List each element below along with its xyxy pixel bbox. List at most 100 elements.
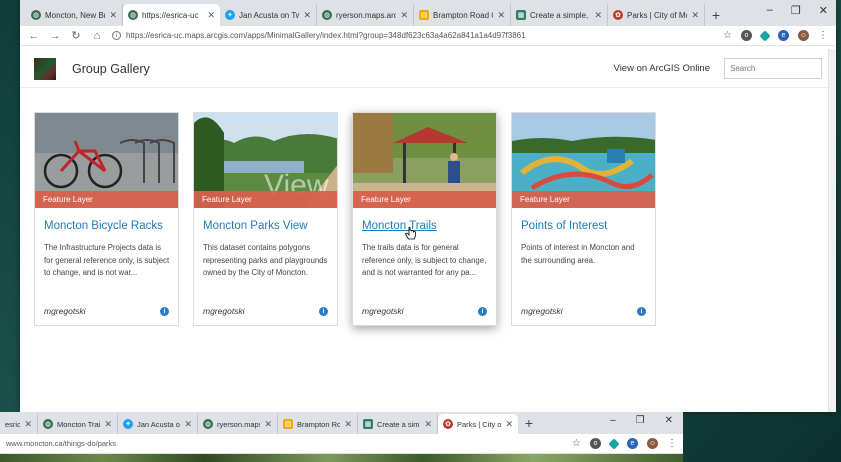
search-input[interactable] [724,58,822,79]
info-icon[interactable]: i [160,306,169,316]
tab-6[interactable]: ✿ Parks | City of ✕ [438,414,518,434]
card-footer: mgregotski i [521,306,646,316]
bookmark-star-icon[interactable]: ☆ [723,30,732,41]
gallery-card-points-of-interest[interactable]: Feature Layer Points of Interest Points … [511,112,656,326]
close-window-button[interactable]: ✕ [665,415,673,426]
card-title[interactable]: Moncton Parks View [194,208,337,238]
avatar[interactable]: ☺ [798,30,809,41]
bookmark-star-icon[interactable]: ☆ [572,438,581,449]
info-icon[interactable]: i [478,306,487,316]
tab-title: ryerson.maps [217,419,261,429]
close-tab-icon[interactable]: ✕ [424,419,432,430]
new-tab-button[interactable]: + [705,4,727,26]
tab-title: https://esrica-uc [142,10,199,20]
tab-3[interactable]: ◍ ryerson.maps ✕ [198,414,278,434]
tab-title: Parks | City of Mo [627,10,688,20]
globe-icon: ◍ [43,419,53,429]
back-arrow-icon[interactable]: ← [28,30,40,42]
avatar[interactable]: ☺ [647,438,658,449]
minimize-button[interactable]: – [610,415,616,426]
tab-5[interactable]: ▦ Create a simple, co ✕ [511,4,608,26]
opera-icon[interactable]: o [741,30,752,41]
address-bar: www.moncton.ca/things-do/parks ☆ o e ☺ ⋮ [0,434,683,454]
menu-kebab-icon[interactable]: ⋮ [667,438,677,449]
feature-layer-badge: Feature Layer [194,191,337,208]
tab-title: Create a simple, co [530,10,590,20]
diamond-extension-icon[interactable] [608,437,620,450]
card-description: Points of interest in Moncton and the su… [521,243,635,265]
close-tab-icon[interactable]: ✕ [24,419,32,430]
window-controls: – ❐ ✕ [767,4,828,17]
site-info-icon[interactable]: i [112,31,121,40]
close-tab-icon[interactable]: ✕ [497,10,505,21]
tab-title: Jan Acusta on [137,419,181,429]
close-tab-icon[interactable]: ✕ [505,419,513,430]
tab-6[interactable]: ✿ Parks | City of Mo ✕ [608,4,705,26]
twitter-icon: ✦ [123,419,133,429]
page-title: Group Gallery [72,61,150,76]
close-tab-icon[interactable]: ✕ [104,419,112,430]
close-tab-icon[interactable]: ✕ [109,10,117,21]
gallery-card-bicycle-racks[interactable]: Feature Layer Moncton Bicycle Racks The … [34,112,179,326]
url-text: https://esrica-uc.maps.arcgis.com/apps/M… [126,31,526,40]
feature-layer-badge: Feature Layer [35,191,178,208]
extension-badge-icon[interactable]: e [778,30,789,41]
close-tab-icon[interactable]: ✕ [207,10,215,21]
minimize-button[interactable]: – [767,4,773,17]
tab-title: ryerson.maps.arcg [336,10,397,20]
close-tab-icon[interactable]: ✕ [303,10,311,21]
feature-layer-badge: Feature Layer [353,191,496,208]
close-tab-icon[interactable]: ✕ [400,10,408,21]
card-title[interactable]: Points of Interest [512,208,655,238]
gallery-card-parks-view[interactable]: View Feature Layer Moncton Parks View Th… [193,112,338,326]
card-title[interactable]: Moncton Trails [353,208,496,238]
tab-3[interactable]: ◍ ryerson.maps.arcg ✕ [317,4,414,26]
tab-1[interactable]: ◍ https://esrica-uc ✕ [123,4,220,26]
tab-4[interactable]: ▤ Brampton Ro ✕ [278,414,358,434]
close-tab-icon[interactable]: ✕ [184,419,192,430]
reload-icon[interactable]: ↻ [70,29,82,42]
document-icon: ▤ [283,419,293,429]
second-browser-window: esrica- ✕ ◍ Moncton Trails ✕ ✦ Jan Acust… [0,412,683,462]
extension-badge-icon[interactable]: e [627,438,638,449]
tab-0[interactable]: ◍ Moncton, New Br ✕ [26,4,123,26]
tab-0[interactable]: esrica- ✕ [0,414,38,434]
close-tab-icon[interactable]: ✕ [264,419,272,430]
info-icon[interactable]: i [637,306,646,316]
vertical-scrollbar[interactable] [828,49,836,412]
tab-5[interactable]: ▦ Create a simp ✕ [358,414,438,434]
url-field[interactable]: www.moncton.ca/things-do/parks [6,436,566,452]
address-bar: ← → ↻ ⌂ i https://esrica-uc.maps.arcgis.… [20,26,836,46]
close-tab-icon[interactable]: ✕ [691,10,699,21]
tab-title: Brampton Ro [297,419,341,429]
tab-2[interactable]: ✦ Jan Acusta on Twi ✕ [220,4,317,26]
home-icon[interactable]: ⌂ [91,30,103,42]
new-tab-button[interactable]: + [518,412,540,434]
url-field[interactable]: i https://esrica-uc.maps.arcgis.com/apps… [112,28,714,44]
tab-1[interactable]: ◍ Moncton Trails ✕ [38,414,118,434]
globe-icon: ◍ [31,10,41,20]
card-description: The trails data is for general reference… [362,243,487,277]
menu-kebab-icon[interactable]: ⋮ [818,30,828,41]
card-title[interactable]: Moncton Bicycle Racks [35,208,178,238]
document-icon: ▤ [419,10,429,20]
view-on-arcgis-link[interactable]: View on ArcGIS Online [614,63,710,74]
info-icon[interactable]: i [319,306,328,316]
close-tab-icon[interactable]: ✕ [344,419,352,430]
tab-4[interactable]: ▤ Brampton Road C ✕ [414,4,511,26]
leaf-icon: ✿ [613,10,623,20]
gallery-card-trails[interactable]: Feature Layer Moncton Trails The trails … [352,112,497,326]
maximize-button[interactable]: ❐ [636,415,645,426]
map-icon: ▦ [516,10,526,20]
window-controls: – ❐ ✕ [610,415,673,426]
diamond-extension-icon[interactable] [759,29,771,42]
maximize-button[interactable]: ❐ [791,4,801,17]
opera-icon[interactable]: o [590,438,601,449]
close-window-button[interactable]: ✕ [819,4,828,17]
globe-icon: ◍ [322,10,332,20]
forward-arrow-icon[interactable]: → [49,30,61,42]
close-tab-icon[interactable]: ✕ [594,10,602,21]
card-owner: mgregotski [362,306,404,316]
tab-strip: ◍ Moncton, New Br ✕ ◍ https://esrica-uc … [20,0,836,26]
tab-2[interactable]: ✦ Jan Acusta on ✕ [118,414,198,434]
